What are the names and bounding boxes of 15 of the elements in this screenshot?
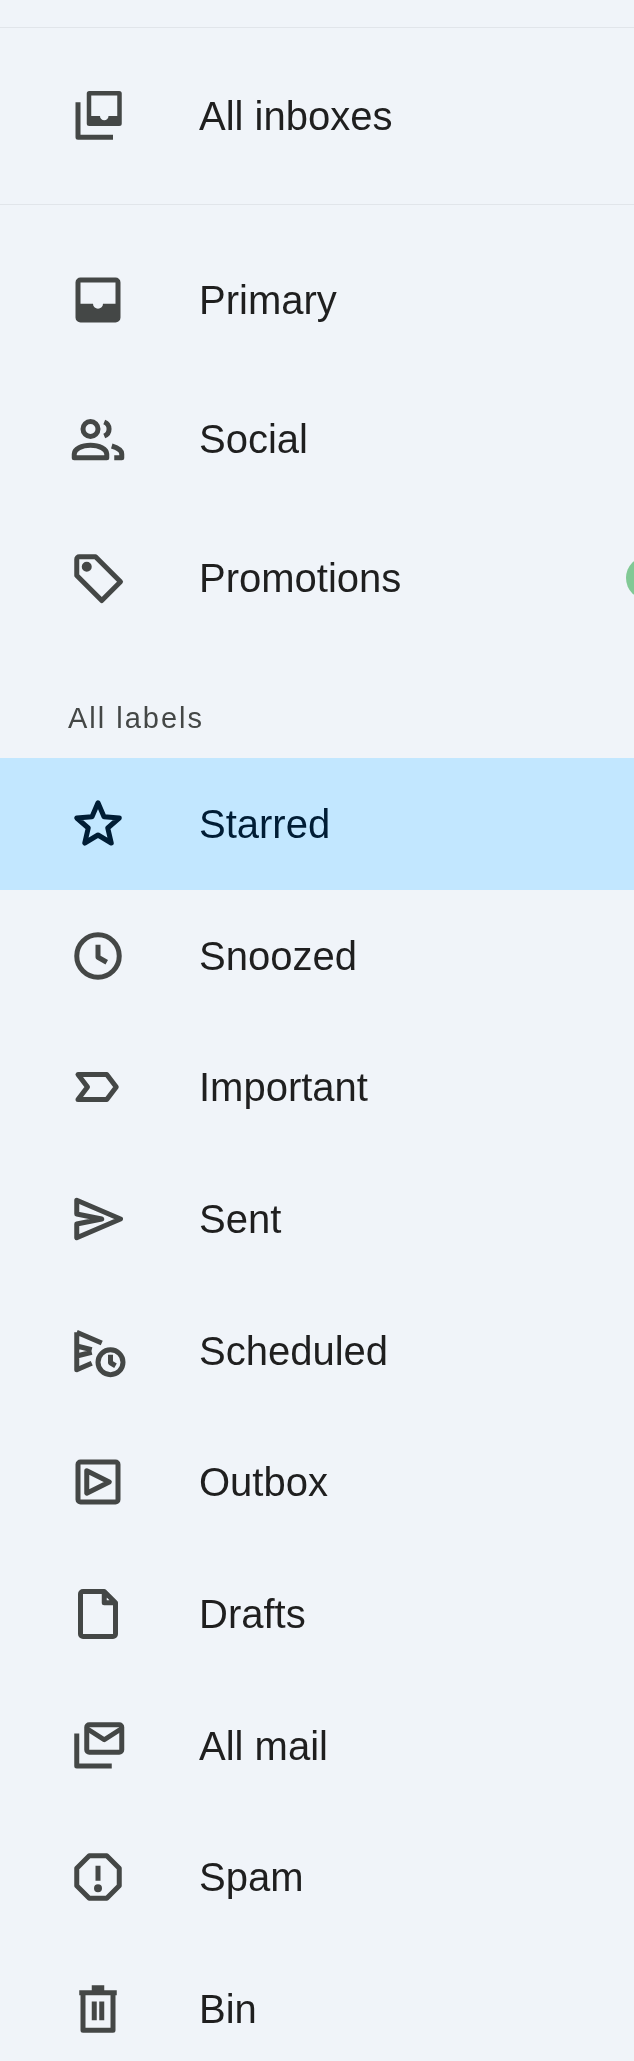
section-header: All labels [68,702,205,734]
nav-item[interactable]: Drafts [0,1548,634,1680]
nav-item[interactable]: All inboxes [0,46,634,186]
nav-item[interactable]: All mail [0,1679,634,1812]
nav-item[interactable]: Snoozed [0,889,634,1022]
nav-item[interactable]: Promotions [0,508,634,647]
nav-item[interactable]: Outbox [0,1416,634,1549]
nav-item[interactable]: Scheduled [0,1284,634,1417]
nav-item[interactable]: Sent [0,1153,634,1285]
nav-item[interactable]: Starred [0,758,634,890]
nav-item[interactable]: Primary [0,230,634,369]
nav-item[interactable]: Social [0,369,634,508]
nav-item[interactable]: Bin [0,1943,634,2061]
nav-item[interactable]: Spam [0,1811,634,1944]
nav-item[interactable]: Important [0,1021,634,1154]
